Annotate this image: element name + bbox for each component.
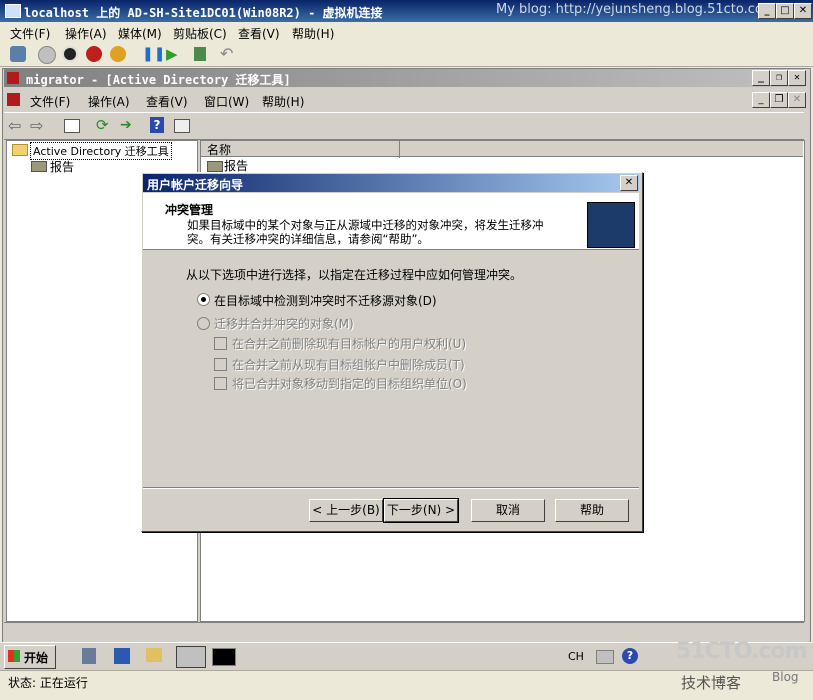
refresh-icon[interactable]: ⟳	[96, 116, 109, 134]
vm-window-title: localhost 上的 AD-SH-Site1DC01(Win08R2) - …	[24, 6, 383, 20]
remove-user-rights-label[interactable]: 在合并之前删除现有目标帐户的用户权利(U)	[232, 335, 466, 352]
forward-arrow-icon[interactable]: ⇨	[30, 116, 43, 135]
mmc-restore-button[interactable]: ❐	[770, 70, 788, 86]
vm-menu-media[interactable]: 媒体(M)	[118, 25, 162, 42]
powershell-icon[interactable]	[114, 648, 130, 664]
wizard-close-button[interactable]: ✕	[620, 175, 638, 191]
export-icon[interactable]: ➔	[120, 117, 132, 133]
next-button[interactable]: 下一步(N) >	[383, 498, 459, 523]
vm-menubar: 文件(F) 操作(A) 媒体(M) 剪贴板(C) 查看(V) 帮助(H)	[0, 22, 813, 42]
move-merged-objects-checkbox[interactable]	[214, 377, 227, 390]
report-icon	[31, 161, 47, 172]
site-logo-main: 51CTO.com	[676, 639, 807, 664]
explorer-icon[interactable]	[146, 648, 162, 662]
vm-monitor-icon	[5, 4, 21, 18]
wizard-instruction: 从以下选项中进行选择，以指定在迁移过程中应如何管理冲突。	[186, 268, 523, 282]
mmc-minimize-button[interactable]: _	[752, 70, 770, 86]
mmc-menu-help[interactable]: 帮助(H)	[262, 93, 304, 110]
mmc-menu-file[interactable]: 文件(F)	[30, 93, 70, 110]
turn-off-icon[interactable]	[62, 46, 78, 62]
mmc-menu-window[interactable]: 窗口(W)	[204, 93, 249, 110]
vm-menu-action[interactable]: 操作(A)	[65, 25, 107, 42]
move-merged-objects-label[interactable]: 将已合并对象移动到指定的目标组织单位(O)	[232, 375, 467, 392]
vm-title-bar: localhost 上的 AD-SH-Site1DC01(Win08R2) - …	[0, 0, 813, 22]
start-label: 开始	[24, 651, 49, 665]
wizard-title: 用户帐户迁移向导	[147, 178, 244, 192]
site-logo-blog: Blog	[772, 670, 799, 684]
help-tray-icon[interactable]: ?	[622, 648, 638, 664]
migration-wizard-icon	[587, 202, 635, 248]
mmc-menu-view[interactable]: 查看(V)	[146, 93, 188, 110]
blog-watermark: My blog: http://yejunsheng.blog.51cto.co…	[496, 2, 776, 17]
start-button[interactable]: 开始	[4, 645, 56, 669]
help-icon[interactable]: ?	[150, 117, 164, 133]
server-manager-icon[interactable]	[82, 648, 96, 664]
pause-icon[interactable]: ❚❚	[142, 46, 165, 62]
wizard-heading: 冲突管理	[165, 203, 214, 217]
vm-minimize-button[interactable]: _	[758, 3, 776, 19]
vm-menu-view[interactable]: 查看(V)	[238, 25, 280, 42]
doc-restore-button[interactable]: ❐	[770, 92, 788, 108]
remove-members-label[interactable]: 在合并之前从现有目标组帐户中删除成员(T)	[232, 356, 465, 373]
doc-minimize-button[interactable]: _	[752, 92, 770, 108]
start-vm-icon[interactable]	[38, 46, 56, 64]
mmc-doc-icon	[7, 93, 20, 106]
wizard-description-2: 突。有关迁移冲突的详细信息，请参阅“帮助”。	[187, 232, 429, 246]
option-do-not-migrate-label[interactable]: 在目标域中检测到冲突时不迁移源对象(D)	[214, 292, 437, 309]
column-name-header[interactable]: 名称	[207, 141, 400, 158]
back-arrow-icon[interactable]: ⇦	[8, 116, 21, 135]
mmc-app-icon	[7, 72, 19, 84]
list-report-icon	[207, 161, 223, 172]
option-merge-label[interactable]: 迁移并合并冲突的对象(M)	[214, 315, 354, 332]
mmc-menu-action[interactable]: 操作(A)	[88, 93, 130, 110]
site-logo-sub: 技术博客	[681, 674, 742, 692]
properties-icon[interactable]	[174, 119, 190, 133]
doc-close-button[interactable]: ✕	[788, 92, 806, 108]
vm-maximize-button[interactable]: □	[776, 3, 794, 19]
save-state-icon[interactable]	[110, 46, 126, 62]
mmc-title-bar: migrator - [Active Directory 迁移工具] _ ❐ ✕	[4, 69, 806, 87]
input-language[interactable]: CH	[568, 650, 584, 663]
shutdown-icon[interactable]	[86, 46, 102, 62]
windows-logo-icon	[8, 650, 20, 662]
folder-icon	[12, 144, 28, 156]
mmc-toolbar: ⇦ ⇨ ⟳ ➔ ?	[4, 112, 804, 140]
option-merge-radio[interactable]	[197, 317, 210, 330]
cmd-task-icon[interactable]	[212, 648, 236, 666]
tree-report-item[interactable]: 报告	[50, 158, 74, 175]
remove-members-checkbox[interactable]	[214, 358, 227, 371]
mmc-menubar: 文件(F) 操作(A) 查看(V) 窗口(W) 帮助(H) _ ❐ ✕	[4, 89, 806, 111]
ctrl-alt-del-icon[interactable]	[10, 46, 26, 62]
wizard-title-bar: 用户帐户迁移向导 ✕	[143, 174, 639, 192]
wizard-header: 冲突管理 如果目标域中的某个对象与正从源域中迁移的对象冲突，将发生迁移冲 突。有…	[143, 193, 639, 250]
help-button[interactable]: 帮助	[555, 499, 629, 522]
column-header: 名称	[201, 141, 803, 158]
resume-icon[interactable]: ▶	[166, 45, 178, 63]
wizard-separator	[143, 487, 639, 489]
mmc-close-button[interactable]: ✕	[788, 70, 806, 86]
snapshot-icon[interactable]	[194, 47, 206, 61]
back-button[interactable]: < 上一步(B)	[309, 499, 383, 522]
vm-close-button[interactable]: ✕	[794, 3, 812, 19]
vm-toolbar: ❚❚ ▶ ↶	[0, 42, 813, 67]
migrator-task-icon[interactable]	[176, 646, 206, 668]
revert-icon[interactable]: ↶	[220, 44, 233, 63]
cancel-button[interactable]: 取消	[471, 499, 545, 522]
vm-menu-help[interactable]: 帮助(H)	[292, 25, 334, 42]
remove-user-rights-checkbox[interactable]	[214, 337, 227, 350]
vm-menu-clipboard[interactable]: 剪贴板(C)	[173, 25, 227, 42]
show-tree-icon[interactable]	[64, 119, 80, 133]
mmc-window-title: migrator - [Active Directory 迁移工具]	[26, 73, 291, 87]
vm-menu-file[interactable]: 文件(F)	[10, 25, 50, 42]
vm-status-text: 状态: 正在运行	[8, 676, 88, 690]
option-do-not-migrate-radio[interactable]	[197, 293, 210, 306]
keyboard-icon[interactable]	[596, 650, 614, 664]
